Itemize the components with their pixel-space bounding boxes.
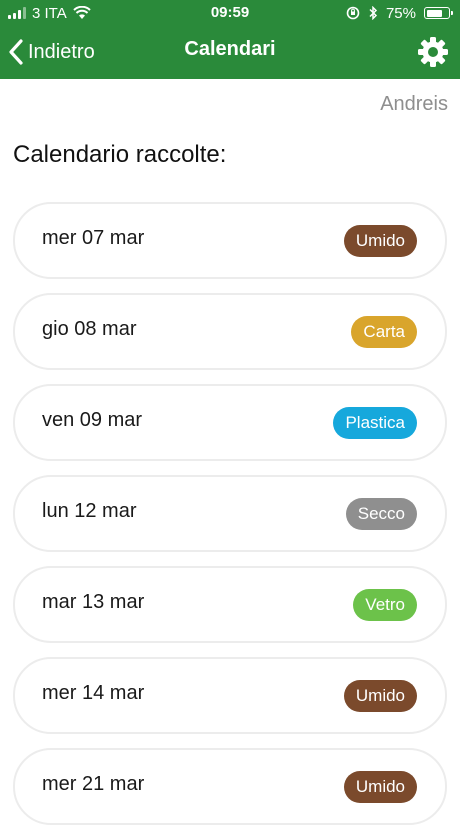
calendar-entry[interactable]: ven 09 mar Plastica bbox=[13, 384, 447, 461]
waste-type-badge: Plastica bbox=[333, 407, 417, 439]
status-bar: 3 ITA 09:59 75% bbox=[0, 0, 460, 26]
nav-bar: Indietro Calendari bbox=[0, 26, 460, 79]
battery-percent: 75% bbox=[385, 4, 416, 22]
entry-date: mer 07 mar bbox=[42, 227, 145, 249]
waste-type-badge: Secco bbox=[345, 498, 417, 530]
calendar-entry[interactable]: mar 13 mar Vetro bbox=[13, 566, 447, 643]
section-title: Calendario raccolte: bbox=[13, 141, 227, 168]
entry-date: ven 09 mar bbox=[42, 409, 143, 431]
waste-type-badge: Umido bbox=[343, 680, 417, 712]
orientation-lock-icon bbox=[346, 6, 360, 20]
entry-date: mar 13 mar bbox=[42, 591, 145, 613]
battery-icon bbox=[424, 7, 453, 19]
bluetooth-icon bbox=[369, 6, 378, 20]
battery-fill bbox=[426, 9, 443, 17]
waste-type-badge: Vetro bbox=[353, 589, 417, 621]
waste-type-badge: Carta bbox=[351, 316, 417, 348]
gear-icon[interactable] bbox=[416, 35, 450, 69]
status-right: 75% bbox=[346, 4, 453, 22]
calendar-entry[interactable]: mer 07 mar Umido bbox=[13, 202, 447, 279]
entry-date: lun 12 mar bbox=[42, 500, 137, 522]
entry-date: gio 08 mar bbox=[42, 318, 137, 340]
page-title: Calendari bbox=[184, 38, 276, 60]
calendar-entry[interactable]: mer 14 mar Umido bbox=[13, 657, 447, 734]
calendar-entry[interactable]: mer 21 mar Umido bbox=[13, 748, 447, 825]
user-name: Andreis bbox=[380, 93, 448, 115]
entry-date: mer 21 mar bbox=[42, 773, 145, 795]
entry-date: mer 14 mar bbox=[42, 682, 145, 704]
calendar-entry[interactable]: gio 08 mar Carta bbox=[13, 293, 447, 370]
calendar-list: mer 07 mar Umido gio 08 mar Carta ven 09… bbox=[13, 202, 447, 839]
calendar-entry[interactable]: lun 12 mar Secco bbox=[13, 475, 447, 552]
header: 3 ITA 09:59 75% Indietro Calendari bbox=[0, 0, 460, 79]
waste-type-badge: Umido bbox=[343, 225, 417, 257]
waste-type-badge: Umido bbox=[343, 771, 417, 803]
